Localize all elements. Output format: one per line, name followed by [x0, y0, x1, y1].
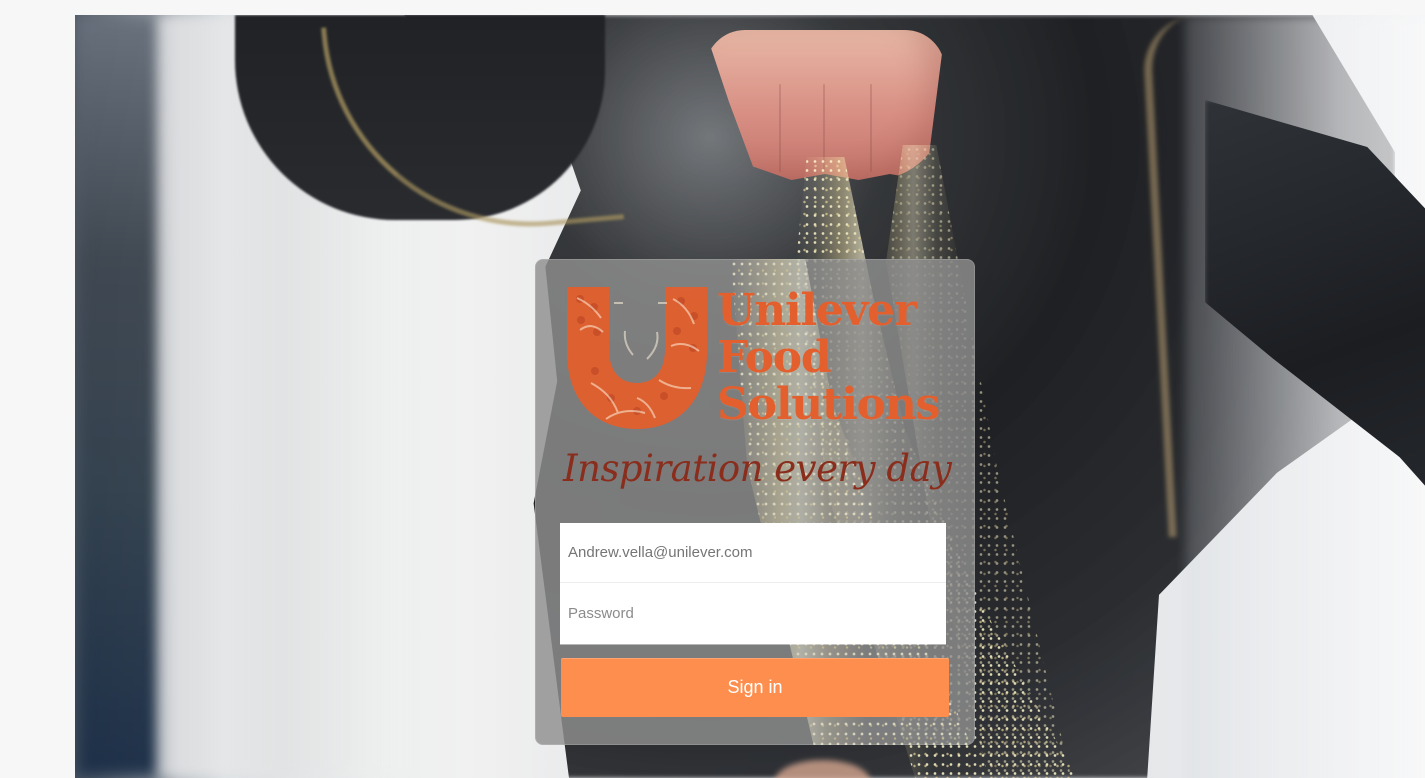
email-field[interactable] — [560, 523, 946, 583]
sign-in-button[interactable]: Sign in — [561, 658, 949, 717]
tagline: Inspiration every day — [563, 447, 952, 490]
unilever-u-icon — [567, 287, 707, 429]
login-form — [560, 523, 946, 644]
blurred-background-left — [75, 15, 165, 778]
brand-line-1: Unilever — [717, 285, 917, 336]
finger-detail — [870, 84, 872, 172]
brand-wordmark: Unilever Food Solutions — [717, 287, 957, 428]
login-page: Unilever Food Solutions Inspiration ever… — [0, 0, 1425, 778]
brand-line-3: Solutions — [717, 379, 940, 430]
brand-line-2: Food — [717, 332, 832, 383]
password-field[interactable] — [560, 583, 946, 644]
brand-header: Unilever Food Solutions — [563, 283, 953, 443]
login-card: Unilever Food Solutions Inspiration ever… — [535, 259, 975, 745]
finger-detail — [779, 84, 781, 172]
